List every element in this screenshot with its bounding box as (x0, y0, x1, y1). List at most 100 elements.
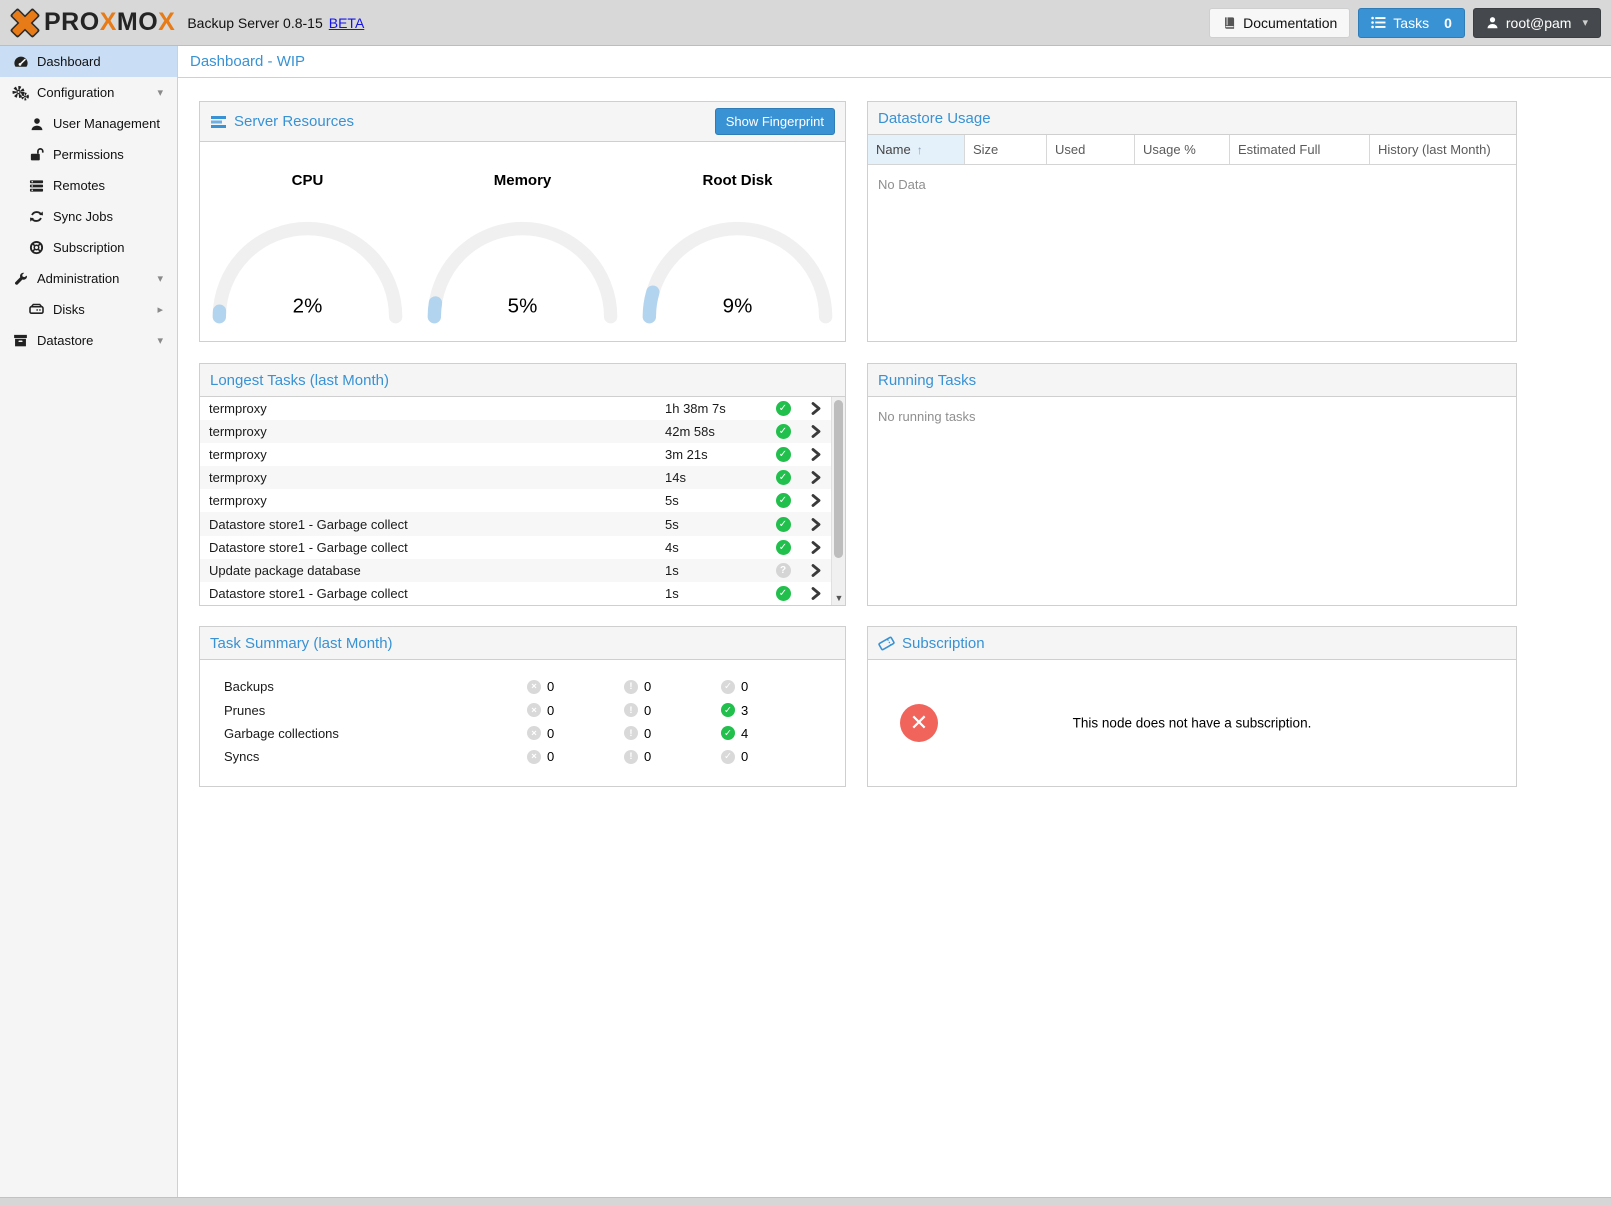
column-header-usage-percent[interactable]: Usage % (1135, 135, 1230, 164)
chevron-right-icon[interactable] (801, 448, 831, 461)
task-row[interactable]: Datastore store1 - Garbage collect 5s ✓ (200, 512, 831, 535)
beta-link[interactable]: BETA (329, 15, 365, 31)
vertical-scrollbar[interactable]: ▼ (831, 397, 845, 605)
task-row[interactable]: Datastore store1 - Garbage collect 1s ✓ (200, 582, 831, 605)
task-row[interactable]: termproxy 14s ✓ (200, 466, 831, 489)
remotes-icon (28, 177, 45, 194)
task-status-icon: ✓ (765, 493, 801, 508)
error-circle-icon: × (527, 750, 541, 764)
check-circle-icon: ✓ (721, 726, 735, 740)
chevron-right-icon[interactable] (801, 471, 831, 484)
task-status-icon: ? (765, 563, 801, 578)
check-circle-icon: ✓ (721, 703, 735, 717)
column-header-used[interactable]: Used (1047, 135, 1135, 164)
show-fingerprint-button[interactable]: Show Fingerprint (715, 108, 835, 135)
expander-down-icon[interactable]: ▾ (157, 334, 163, 347)
column-header-history[interactable]: History (last Month) (1370, 135, 1516, 164)
svg-text:5%: 5% (508, 295, 538, 318)
subscription-panel: Subscription ✕ This node does not have a… (867, 626, 1517, 787)
unlock-icon (28, 146, 45, 163)
task-row[interactable]: termproxy 5s ✓ (200, 489, 831, 512)
warning-circle-icon: ! (624, 726, 638, 740)
sidebar-item-remotes[interactable]: Remotes (0, 170, 177, 201)
sync-icon (28, 208, 45, 225)
task-name: termproxy (200, 493, 665, 508)
svg-text:2%: 2% (293, 295, 323, 318)
sidebar-item-user-management[interactable]: User Management (0, 108, 177, 139)
task-name: Update package database (200, 563, 665, 578)
column-header-name[interactable]: Name ↑ (868, 135, 965, 164)
running-tasks-title: Running Tasks (878, 372, 976, 389)
task-status-icon: ✓ (765, 517, 801, 532)
sidebar-item-configuration[interactable]: Configuration ▾ (0, 77, 177, 108)
task-summary-row: Backups ×0 !0 ✓0 (200, 675, 845, 698)
task-duration: 14s (665, 470, 765, 485)
task-name: Datastore store1 - Garbage collect (200, 517, 665, 532)
task-name: termproxy (200, 470, 665, 485)
error-count-cell: ×0 (527, 679, 624, 694)
task-name: Datastore store1 - Garbage collect (200, 540, 665, 555)
svg-text:9%: 9% (723, 295, 753, 318)
sidebar-item-datastore[interactable]: Datastore ▾ (0, 325, 177, 356)
task-duration: 3m 21s (665, 447, 765, 462)
scrollbar-thumb[interactable] (834, 400, 843, 558)
subscription-message: This node does not have a subscription. (868, 716, 1516, 731)
running-tasks-panel: Running Tasks No running tasks (867, 363, 1517, 606)
error-circle-icon: × (527, 680, 541, 694)
check-circle-icon: ✓ (721, 750, 735, 764)
task-summary-panel: Task Summary (last Month) Backups ×0 !0 … (199, 626, 846, 787)
task-summary-label: Garbage collections (200, 726, 527, 741)
sidebar-item-dashboard[interactable]: Dashboard (0, 46, 177, 77)
sidebar-item-disks[interactable]: Disks ▸ (0, 294, 177, 325)
expander-down-icon[interactable]: ▾ (157, 86, 163, 99)
task-summary-row: Prunes ×0 !0 ✓3 (200, 698, 845, 721)
task-row[interactable]: Update package database 1s ? (200, 559, 831, 582)
task-name: termproxy (200, 401, 665, 416)
server-resources-panel: Server Resources Show Fingerprint CPU 2% (199, 101, 846, 342)
warning-count-cell: !0 (624, 703, 721, 718)
task-row[interactable]: termproxy 42m 58s ✓ (200, 420, 831, 443)
task-row[interactable]: termproxy 3m 21s ✓ (200, 443, 831, 466)
warning-count-cell: !0 (624, 726, 721, 741)
horizontal-scrollbar-track[interactable] (0, 1197, 1611, 1206)
error-count-cell: ×0 (527, 749, 624, 764)
sidebar-item-sync-jobs[interactable]: Sync Jobs (0, 201, 177, 232)
scrollbar-down-arrow[interactable]: ▼ (832, 593, 845, 603)
proxmox-x-mark-icon (10, 8, 40, 38)
column-header-estimated-full[interactable]: Estimated Full (1230, 135, 1370, 164)
proxmox-backup-server-app: PROXMOX Backup Server 0.8-15 BETA Docume… (0, 0, 1611, 1206)
task-name: termproxy (200, 447, 665, 462)
expander-down-icon[interactable]: ▾ (157, 272, 163, 285)
tasks-button[interactable]: Tasks 0 (1358, 8, 1465, 38)
sidebar-item-permissions[interactable]: Permissions (0, 139, 177, 170)
chevron-right-icon[interactable] (801, 402, 831, 415)
chevron-right-icon[interactable] (801, 518, 831, 531)
task-status-icon: ✓ (765, 470, 801, 485)
chevron-right-icon[interactable] (801, 541, 831, 554)
root-disk-gauge: Root Disk 9% (635, 172, 840, 327)
chevron-right-icon[interactable] (801, 494, 831, 507)
task-name: termproxy (200, 424, 665, 439)
column-header-size[interactable]: Size (965, 135, 1047, 164)
ok-count-cell: ✓4 (721, 726, 818, 741)
server-resources-icon (210, 115, 227, 129)
check-circle-icon: ✓ (721, 680, 735, 694)
chevron-right-icon[interactable] (801, 425, 831, 438)
expander-right-icon[interactable]: ▸ (157, 303, 163, 316)
task-status-icon: ✓ (765, 401, 801, 416)
documentation-button[interactable]: Documentation (1209, 8, 1350, 38)
sidebar-item-subscription[interactable]: Subscription (0, 232, 177, 263)
product-version-label: Backup Server 0.8-15 (187, 15, 322, 31)
sidebar-item-administration[interactable]: Administration ▾ (0, 263, 177, 294)
longest-tasks-title: Longest Tasks (last Month) (210, 372, 389, 389)
task-row[interactable]: termproxy 1h 38m 7s ✓ (200, 397, 831, 420)
chevron-right-icon[interactable] (801, 587, 831, 600)
warning-circle-icon: ! (624, 680, 638, 694)
user-menu-button[interactable]: root@pam ▾ (1473, 8, 1601, 38)
task-list-icon (1371, 16, 1386, 29)
chevron-right-icon[interactable] (801, 564, 831, 577)
task-row[interactable]: Datastore store1 - Garbage collect 4s ✓ (200, 536, 831, 559)
page-title: Dashboard - WIP (190, 53, 305, 70)
task-summary-title: Task Summary (last Month) (210, 635, 393, 652)
cpu-gauge: CPU 2% (205, 172, 410, 327)
